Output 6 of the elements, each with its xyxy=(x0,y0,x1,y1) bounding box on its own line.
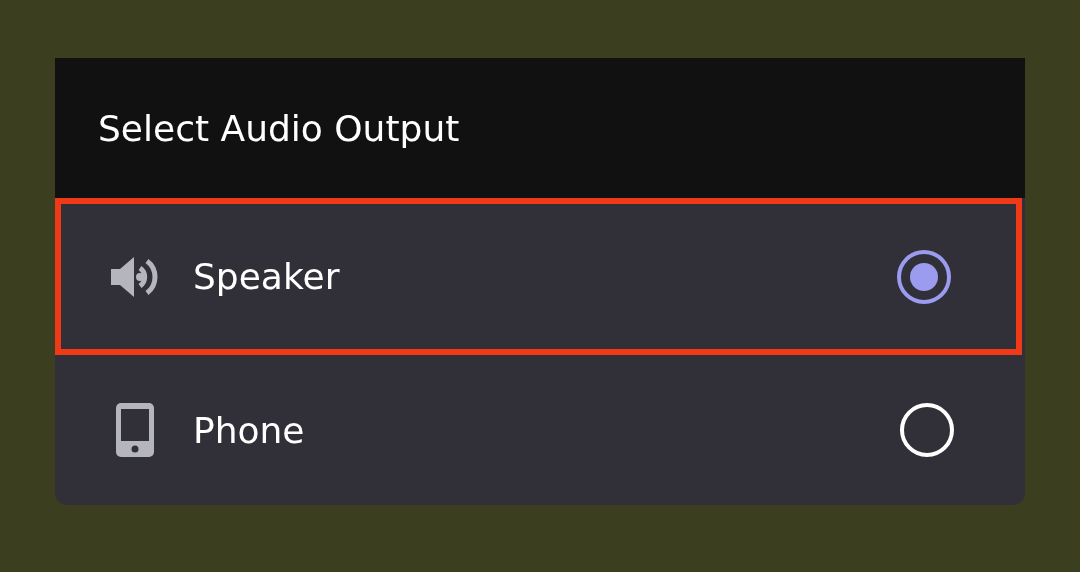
audio-option[interactable]: Phone xyxy=(55,355,1025,505)
audio-option[interactable]: Speaker xyxy=(55,198,1022,355)
option-label: Phone xyxy=(193,409,306,451)
radio-button[interactable] xyxy=(897,249,951,304)
dialog-title: Select Audio Output xyxy=(98,107,460,149)
option-label: Speaker xyxy=(193,256,341,297)
